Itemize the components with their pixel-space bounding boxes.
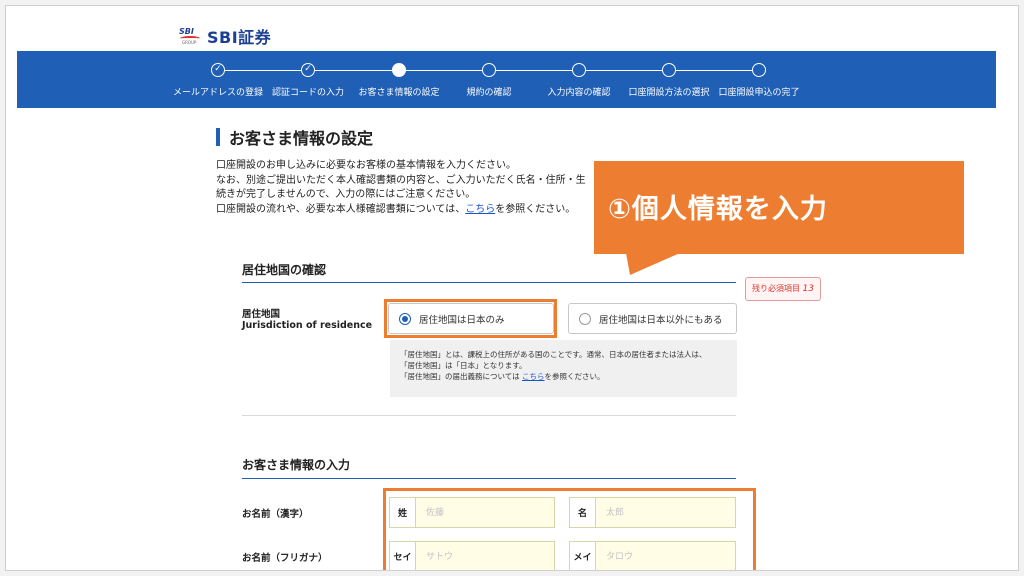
section-divider <box>242 415 736 416</box>
title-accent-bar <box>216 128 220 146</box>
flow-guide-link[interactable]: こちら <box>465 204 495 215</box>
intro-text: 口座開設のお申し込みに必要なお客様の基本情報を入力ください。 なお、別途ご提出い… <box>216 160 586 215</box>
reporting-duty-link[interactable]: こちら <box>522 372 545 381</box>
required-remaining-badge: 残り必須項目 13 <box>745 277 821 301</box>
highlight-frame-name-fields <box>383 488 756 570</box>
sbi-group-mark-icon: SBI GROUP <box>179 27 203 45</box>
highlight-frame-residence <box>384 299 557 338</box>
sbi-logo[interactable]: SBI GROUP SBI証券 <box>179 24 271 48</box>
stepper-connector <box>315 70 392 71</box>
page-frame: SBI GROUP SBI証券 メールアドレスの登録認証コードの入力お客さま情報… <box>5 5 1019 571</box>
step-pending-icon <box>662 63 676 77</box>
step-pending-icon <box>572 63 586 77</box>
progress-stepper: メールアドレスの登録認証コードの入力 お客さま情報の設定 規約の確認 入力内容の確認 口… <box>17 51 996 108</box>
step-done-check-icon <box>211 63 225 77</box>
name-kanji-label: お名前（漢字） <box>242 509 309 520</box>
step-label: 規約の確認 <box>466 88 512 98</box>
residence-section-rule <box>242 282 736 283</box>
brand-name: SBI証券 <box>207 28 272 47</box>
step-label: 口座開設方法の選択 <box>628 88 710 98</box>
step-done-check-icon <box>301 63 315 77</box>
customer-section-title: お客さま情報の入力 <box>242 458 351 472</box>
name-kana-label: お名前（フリガナ） <box>242 553 328 564</box>
residence-option-other[interactable]: 居住地国は日本以外にもある <box>568 303 737 334</box>
step-label: 入力内容の確認 <box>547 88 611 98</box>
stepper-connector <box>225 70 301 71</box>
step-label: 口座開設申込の完了 <box>718 88 800 98</box>
stepper-connector <box>676 70 752 71</box>
residence-label-en: Jurisdiction of residence <box>242 320 373 331</box>
step-label: お客さま情報の設定 <box>358 88 440 98</box>
residence-note: 「居住地国」とは、課税上の住所がある国のことです。通常、日本の居住者または法人は… <box>390 340 737 397</box>
stepper-connector <box>406 70 482 71</box>
stepper-connector <box>586 70 662 71</box>
radio-unselected-icon[interactable] <box>579 312 591 325</box>
step-current-icon <box>392 63 406 77</box>
stepper-connector <box>496 70 572 71</box>
instruction-callout: ①個人情報を入力 <box>594 161 964 254</box>
customer-section-rule <box>242 478 736 479</box>
step-label: メールアドレスの登録 <box>172 88 264 98</box>
step-pending-icon <box>752 63 766 77</box>
page-title: お客さま情報の設定 <box>216 125 373 149</box>
residence-section-title: 居住地国の確認 <box>242 263 327 277</box>
step-pending-icon <box>482 63 496 77</box>
residence-label: 居住地国 <box>242 309 281 320</box>
callout-pointer <box>626 253 680 275</box>
step-label: 認証コードの入力 <box>271 88 345 98</box>
